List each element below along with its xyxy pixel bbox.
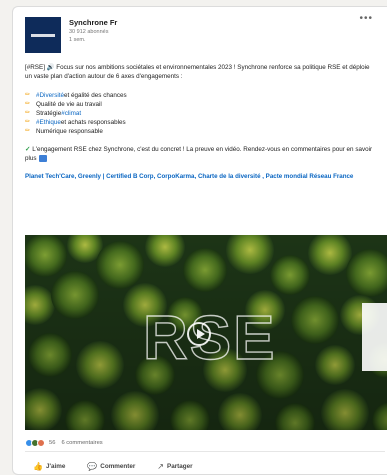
hashtag-link[interactable]: #Diversité: [36, 91, 64, 100]
comment-label: Commenter: [100, 462, 136, 470]
pencil-icon: ✏: [25, 128, 31, 134]
company-logo[interactable]: [25, 17, 61, 53]
comment-icon: 💬: [87, 461, 98, 471]
hashtag-link[interactable]: #climat: [61, 109, 81, 118]
engagement-list: ✏ #Diversité et égalité des chances ✏ Qu…: [25, 91, 375, 136]
like-button[interactable]: 👍 J'aime: [33, 462, 65, 471]
list-item-text: et égalité des chances: [64, 92, 127, 99]
pencil-icon: ✏: [25, 119, 31, 125]
outro-text: L'engagement RSE chez Synchrone, c'est d…: [25, 146, 373, 162]
author-name[interactable]: Synchrone Fr: [69, 18, 117, 27]
thumbs-up-icon: 👍: [33, 461, 43, 471]
pencil-icon: ✏: [25, 92, 31, 98]
partner-mentions[interactable]: Planet Tech'Care, Greenly | Certified B …: [25, 172, 375, 181]
more-options-icon[interactable]: •••: [359, 13, 373, 24]
share-button[interactable]: ↗ Partager: [157, 462, 192, 471]
author-followers: 30 912 abonnés: [69, 29, 109, 35]
list-item: ✏ Stratégie #climat: [25, 109, 375, 118]
list-item: ✏ #Ethique et achats responsables: [25, 118, 375, 127]
divider: [25, 451, 385, 452]
pencil-icon: ✏: [25, 101, 31, 107]
post-header: Synchrone Fr 30 912 abonnés 1 sem. •••: [25, 13, 379, 55]
post-body: [#RSE] 🔊 Focus sur nos ambitions sociéta…: [25, 63, 375, 181]
hashtag-link[interactable]: #Ethique: [36, 118, 61, 127]
reaction-count[interactable]: 56: [49, 440, 55, 446]
post-video[interactable]: RSE: [25, 235, 387, 430]
share-arrow-icon: ↗: [157, 461, 164, 471]
list-item-text: Numérique responsable: [36, 128, 103, 135]
pencil-icon: ✏: [25, 110, 31, 116]
celebrate-reaction-icon: [37, 439, 45, 447]
share-label: Partager: [167, 462, 193, 470]
play-button[interactable]: [187, 322, 211, 346]
post-card: Synchrone Fr 30 912 abonnés 1 sem. ••• […: [12, 6, 387, 475]
action-bar: 👍 J'aime 💬 Commenter ↗ Partager: [33, 459, 215, 473]
like-label: J'aime: [45, 462, 66, 470]
list-item: ✏ Numérique responsable: [25, 127, 375, 136]
post-time: 1 sem.: [69, 37, 86, 43]
comments-count[interactable]: 6 commentaires: [61, 440, 102, 446]
list-item-text: Stratégie: [36, 110, 62, 117]
list-item-text: Qualité de vie au travail: [36, 101, 102, 108]
reactions-bar: 56 6 commentaires: [25, 437, 103, 449]
comment-button[interactable]: 💬 Commenter: [87, 462, 135, 471]
post-intro: [#RSE] 🔊 Focus sur nos ambitions sociéta…: [25, 64, 370, 80]
post-outro: ✓ L'engagement RSE chez Synchrone, c'est …: [25, 145, 375, 163]
video-icon: [38, 154, 47, 162]
list-item: ✏ #Diversité et égalité des chances: [25, 91, 375, 100]
list-item-text: et achats responsables: [60, 119, 126, 126]
list-item: ✏ Qualité de vie au travail: [25, 100, 375, 109]
check-icon: ✓: [25, 146, 31, 153]
